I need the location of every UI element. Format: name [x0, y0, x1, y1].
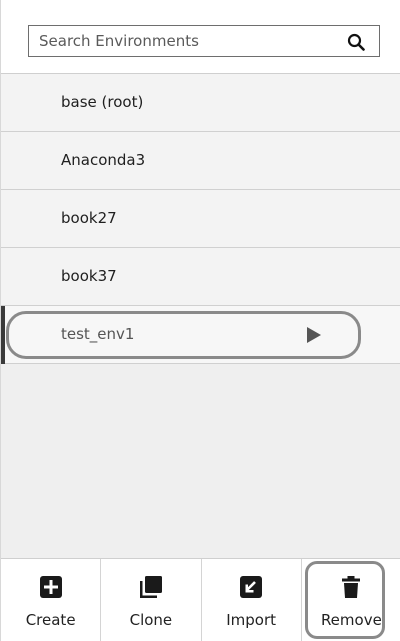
clone-icon: [139, 576, 162, 598]
clone-label: Clone: [129, 611, 173, 629]
environment-name: Anaconda3: [61, 151, 146, 169]
environment-name: base (root): [61, 93, 144, 111]
environment-item[interactable]: Anaconda3: [1, 132, 400, 190]
search-icon[interactable]: [347, 33, 365, 51]
play-icon[interactable]: [307, 327, 321, 343]
import-label: Import: [226, 611, 277, 629]
remove-button[interactable]: Remove: [302, 559, 400, 641]
trash-icon: [342, 576, 361, 598]
environment-name: test_env1: [61, 325, 135, 343]
environment-item[interactable]: book37: [1, 248, 400, 306]
environment-item-selected[interactable]: test_env1: [1, 306, 400, 364]
create-label: Create: [25, 611, 76, 629]
environment-item[interactable]: base (root): [1, 74, 400, 132]
environment-name: book27: [61, 209, 117, 227]
import-icon: [240, 576, 263, 598]
environment-list: base (root) Anaconda3 book27 book37 test…: [1, 74, 400, 558]
plus-square-icon: [39, 576, 62, 598]
search-box[interactable]: [28, 25, 380, 57]
search-input[interactable]: [39, 26, 339, 56]
environment-actions-bar: Create Clone Import Remove: [1, 558, 400, 641]
import-button[interactable]: Import: [202, 559, 302, 641]
search-bar: [1, 0, 400, 74]
create-button[interactable]: Create: [1, 559, 102, 641]
remove-label: Remove: [320, 611, 382, 629]
clone-button[interactable]: Clone: [101, 559, 202, 641]
environment-name: book37: [61, 267, 117, 285]
environments-panel: base (root) Anaconda3 book27 book37 test…: [0, 0, 400, 641]
environment-item[interactable]: book27: [1, 190, 400, 248]
